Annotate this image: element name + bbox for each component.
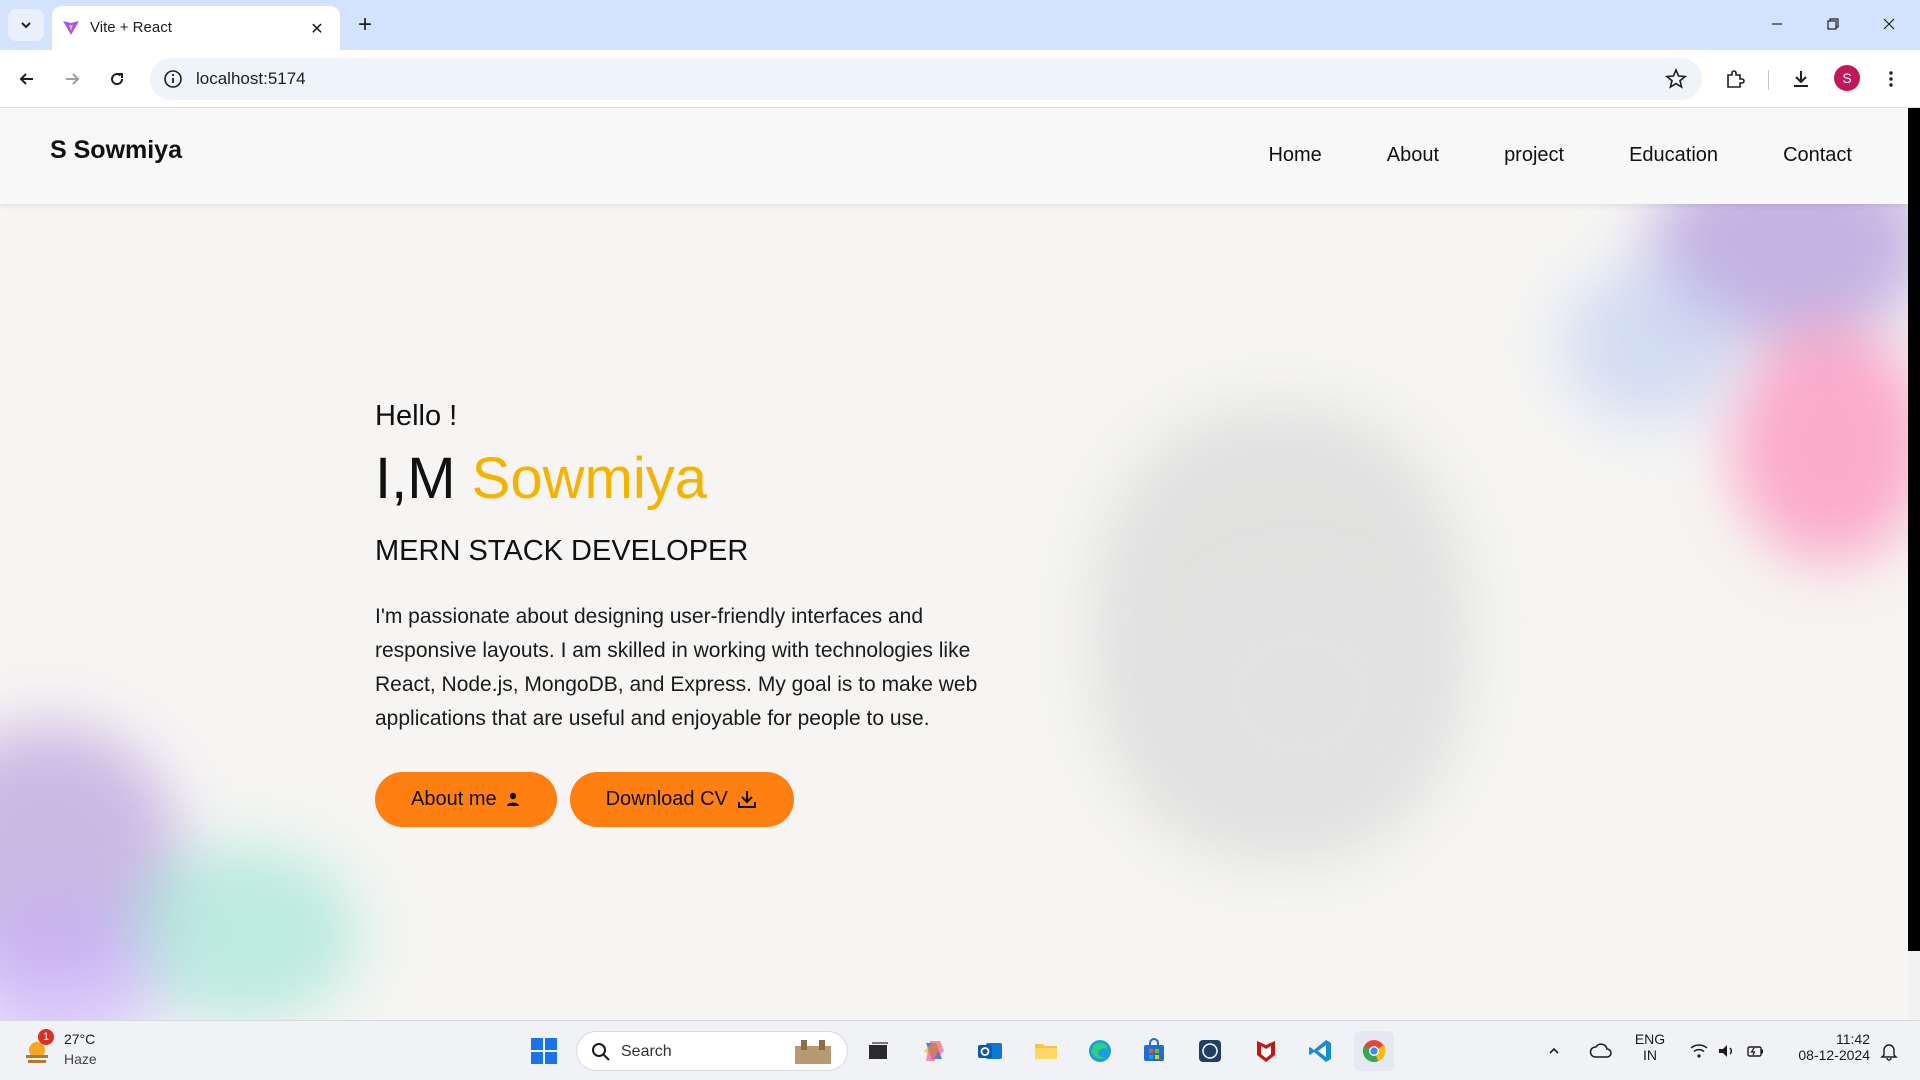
outlook-icon[interactable] xyxy=(970,1031,1010,1071)
chevron-up-icon[interactable] xyxy=(1542,1031,1566,1071)
bookmark-star-icon[interactable] xyxy=(1664,67,1688,91)
vscode-icon[interactable] xyxy=(1300,1031,1340,1071)
download-cv-button[interactable]: Download CV xyxy=(569,771,794,827)
hero-bio: I'm passionate about designing user-frie… xyxy=(375,604,978,730)
hero-buttons: About me Download CV xyxy=(375,771,1015,827)
chevron-down-icon xyxy=(21,22,31,29)
browser-tabstrip: Vite + React ✕ + xyxy=(0,0,1920,50)
toolbar-divider xyxy=(1768,70,1769,90)
copilot-icon[interactable] xyxy=(914,1031,954,1071)
search-label: Search xyxy=(621,1043,672,1060)
taskbar-search[interactable]: Search xyxy=(576,1031,848,1071)
site-brand[interactable]: S Sowmiya xyxy=(50,136,182,165)
windows-taskbar: 1 27°C Haze Search ENG IN 11:42 08-12-20… xyxy=(0,1020,1920,1080)
nav-link-project[interactable]: project xyxy=(1504,144,1564,167)
vite-logo-icon xyxy=(63,21,79,35)
edge-icon[interactable] xyxy=(1080,1031,1120,1071)
close-tab-icon[interactable]: ✕ xyxy=(306,17,328,39)
tab-search-button[interactable] xyxy=(8,9,44,41)
nav-link-contact[interactable]: Contact xyxy=(1783,144,1852,167)
language-line2: IN xyxy=(1643,1047,1657,1063)
volume-icon[interactable] xyxy=(1712,1031,1742,1071)
back-arrow-icon[interactable] xyxy=(10,62,44,96)
minimize-icon[interactable] xyxy=(1754,8,1800,40)
wifi-icon[interactable] xyxy=(1684,1031,1714,1071)
browser-tab-active[interactable]: Vite + React ✕ xyxy=(52,6,340,50)
url-text[interactable]: localhost:5174 xyxy=(196,69,306,89)
hero-content: Hello ! I,M Sowmiya MERN STACK DEVELOPER… xyxy=(375,400,1015,827)
nav-link-home[interactable]: Home xyxy=(1268,144,1321,167)
weather-widget[interactable]: 1 27°C Haze xyxy=(22,1029,132,1073)
language-indicator[interactable]: ENG IN xyxy=(1630,1031,1670,1063)
download-cv-label: Download CV xyxy=(605,787,728,810)
about-me-button[interactable]: About me xyxy=(375,771,557,827)
download-icon xyxy=(737,791,756,809)
profile-avatar[interactable]: S xyxy=(1834,65,1860,91)
windows-start-icon[interactable] xyxy=(524,1031,564,1071)
reload-icon[interactable] xyxy=(100,62,134,96)
nav-link-about[interactable]: About xyxy=(1387,144,1439,167)
more-menu-icon[interactable] xyxy=(1874,62,1908,96)
search-highlight-icon xyxy=(795,1040,831,1064)
search-icon xyxy=(592,1043,610,1061)
nav-link-education[interactable]: Education xyxy=(1629,144,1718,167)
task-view-icon[interactable] xyxy=(858,1031,898,1071)
hero-greeting: Hello ! xyxy=(375,400,458,432)
onedrive-cloud-icon[interactable] xyxy=(1584,1031,1618,1071)
microsoft-store-icon[interactable] xyxy=(1134,1031,1174,1071)
scrollbar-track[interactable] xyxy=(1908,108,1920,1020)
file-explorer-icon[interactable] xyxy=(1026,1031,1066,1071)
headline-prefix: I,M xyxy=(375,446,456,511)
restore-icon[interactable] xyxy=(1810,8,1856,40)
address-bar[interactable]: localhost:5174 xyxy=(150,58,1702,100)
browser-toolbar: localhost:5174 S xyxy=(0,50,1920,108)
clock[interactable]: 11:42 08-12-2024 xyxy=(1780,1031,1870,1063)
hero-section: Hello ! I,M Sowmiya MERN STACK DEVELOPER… xyxy=(0,204,1908,1020)
weather-condition: Haze xyxy=(64,1051,97,1067)
weather-badge: 1 xyxy=(38,1029,54,1045)
headline-name: Sowmiya xyxy=(471,446,707,511)
hero-role: MERN STACK DEVELOPER xyxy=(375,534,749,567)
extensions-icon[interactable] xyxy=(1718,62,1752,96)
page-viewport: S Sowmiya Home About project Education C… xyxy=(0,108,1920,1020)
nav-links: Home About project Education Contact xyxy=(1203,144,1852,167)
notification-bell-icon[interactable] xyxy=(1874,1031,1904,1071)
weather-temp: 27°C xyxy=(64,1031,96,1047)
close-window-icon[interactable] xyxy=(1866,8,1912,40)
chrome-icon[interactable] xyxy=(1354,1031,1394,1071)
battery-icon[interactable] xyxy=(1740,1031,1770,1071)
site-navbar: S Sowmiya Home About project Education C… xyxy=(0,108,1908,204)
user-icon xyxy=(506,793,519,807)
download-icon[interactable] xyxy=(1784,62,1818,96)
site-info-icon[interactable] xyxy=(162,68,184,90)
dell-icon[interactable] xyxy=(1190,1031,1230,1071)
language-line1: ENG xyxy=(1634,1031,1666,1047)
new-tab-button[interactable]: + xyxy=(352,11,378,38)
clock-time: 11:42 xyxy=(1836,1031,1870,1047)
scrollbar-thumb[interactable] xyxy=(1908,108,1920,951)
mcafee-icon[interactable] xyxy=(1246,1031,1286,1071)
clock-date: 08-12-2024 xyxy=(1798,1047,1870,1063)
about-me-label: About me xyxy=(411,787,497,810)
tab-title: Vite + React xyxy=(90,19,172,36)
forward-arrow-icon[interactable] xyxy=(55,62,89,96)
hero-headline: I,M Sowmiya xyxy=(375,447,1015,511)
